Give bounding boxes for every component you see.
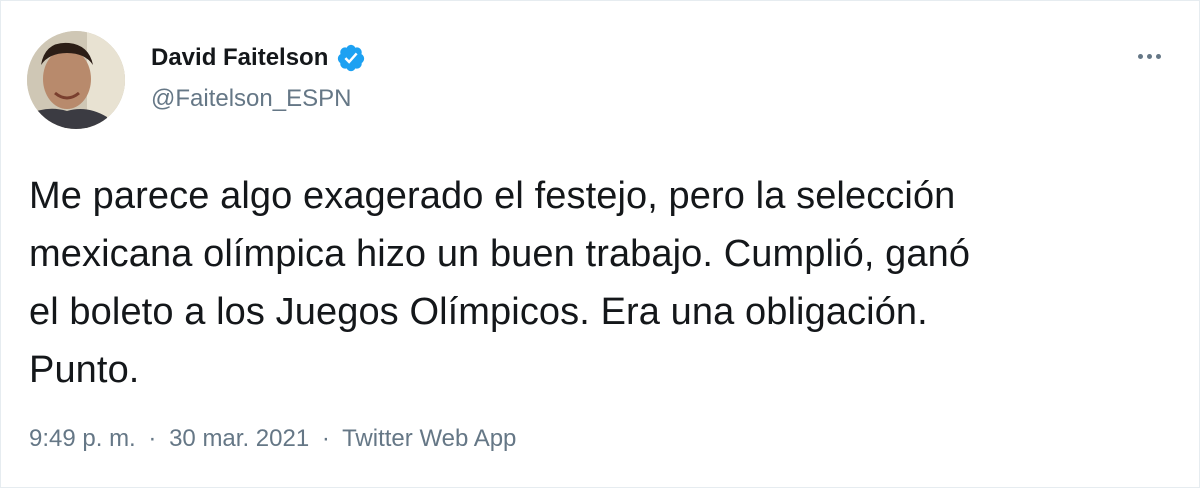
author-row: David Faitelson bbox=[151, 41, 366, 75]
tweet-text: Me parece algo exagerado el festejo, per… bbox=[29, 167, 1169, 399]
tweet-time[interactable]: 9:49 p. m. bbox=[29, 425, 136, 452]
meta-separator: · bbox=[321, 425, 330, 452]
tweet-source[interactable]: Twitter Web App bbox=[342, 425, 516, 452]
more-dot bbox=[1137, 53, 1143, 59]
avatar[interactable] bbox=[27, 31, 125, 129]
tweet-date[interactable]: 30 mar. 2021 bbox=[169, 425, 309, 452]
tweet-text-line: el boleto a los Juegos Olímpicos. Era un… bbox=[29, 291, 928, 333]
more-dot bbox=[1146, 53, 1152, 59]
tweet-text-line: Me parece algo exagerado el festejo, per… bbox=[29, 175, 956, 217]
author-handle[interactable]: @Faitelson_ESPN bbox=[151, 85, 351, 113]
tweet-text-line: Punto. bbox=[29, 349, 140, 391]
tweet-meta: 9:49 p. m. · 30 mar. 2021 · Twitter Web … bbox=[29, 425, 516, 453]
tweet-text-line: mexicana olímpica hizo un buen trabajo. … bbox=[29, 233, 971, 275]
tweet-card: David Faitelson @Faitelson_ESPN Me parec… bbox=[0, 0, 1200, 488]
more-options-icon[interactable] bbox=[1129, 41, 1169, 71]
meta-separator: · bbox=[148, 425, 157, 452]
author-display-name[interactable]: David Faitelson bbox=[151, 44, 328, 72]
more-dot bbox=[1155, 53, 1161, 59]
verified-badge-icon bbox=[338, 44, 365, 72]
